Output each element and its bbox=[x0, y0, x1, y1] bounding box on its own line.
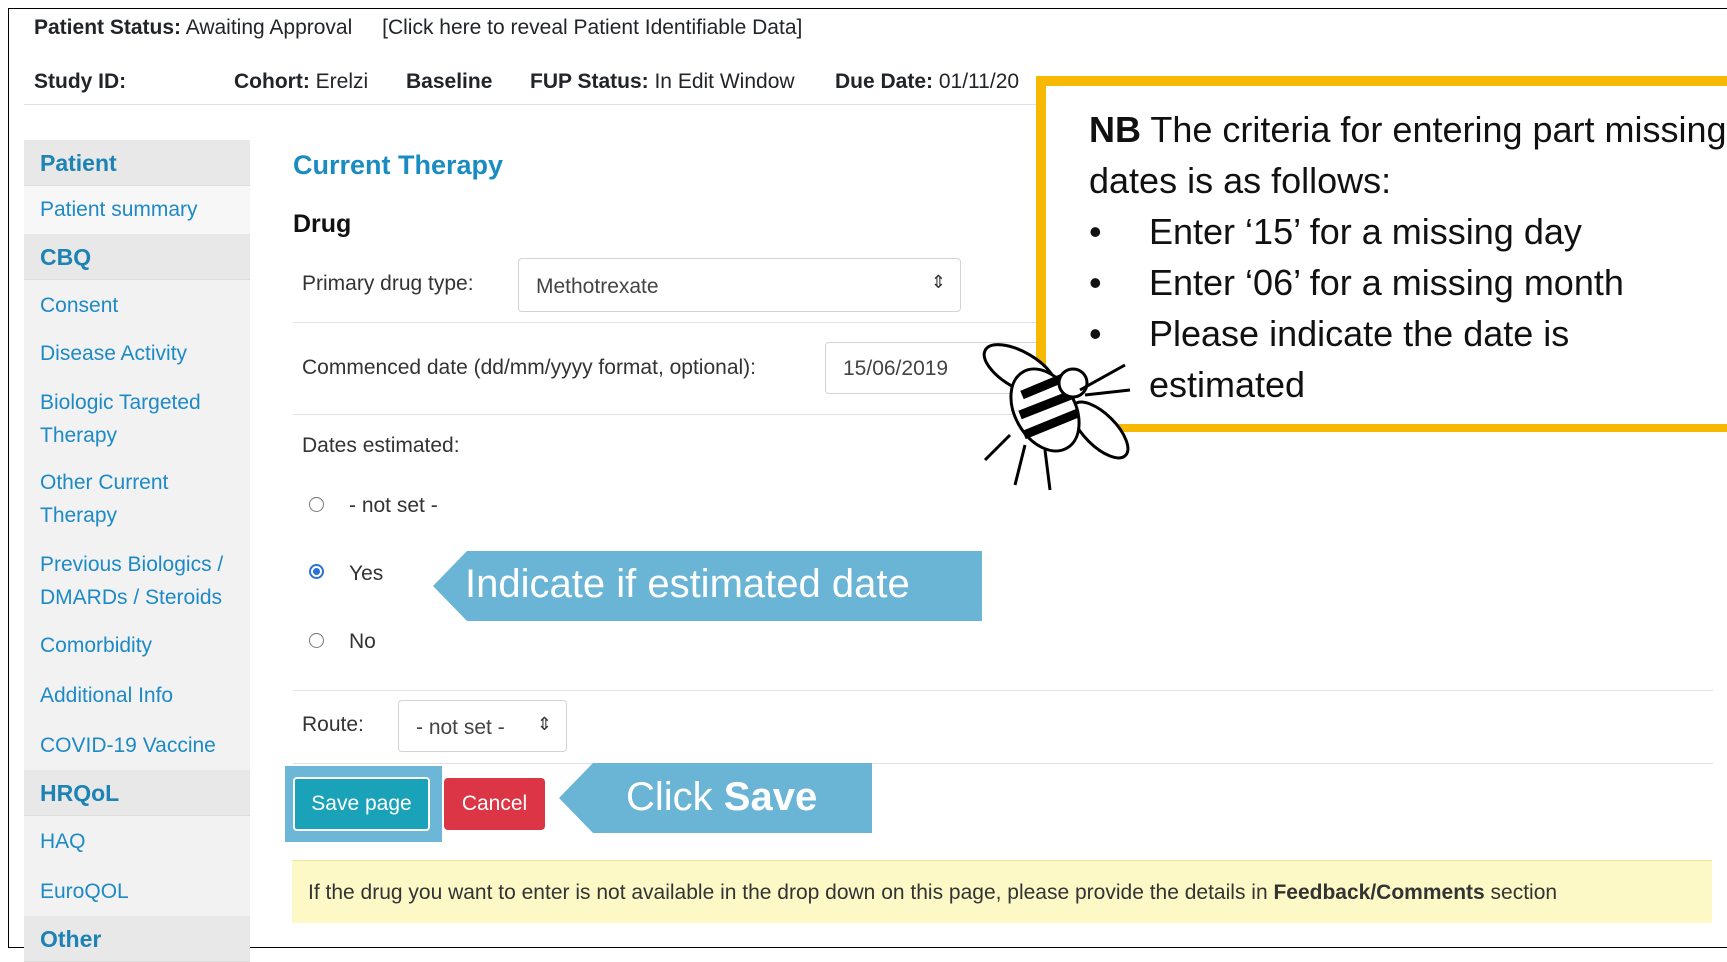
patient-status-value: Awaiting Approval bbox=[181, 16, 353, 39]
fup-status-label: FUP Status: bbox=[530, 70, 649, 93]
save-callout: Click Save bbox=[559, 763, 872, 833]
info-text-after: section bbox=[1484, 881, 1558, 904]
info-text-before: If the drug you want to enter is not ava… bbox=[308, 881, 1274, 904]
note-item: Enter ‘15’ for a missing day bbox=[1089, 206, 1727, 257]
note-item: Enter ‘06’ for a missing month bbox=[1089, 257, 1727, 308]
cohort-value: Erelzi bbox=[309, 70, 369, 93]
sidebar-item-additional-info[interactable]: Additional Info bbox=[24, 670, 250, 720]
sidebar-item-patient-summary[interactable]: Patient summary bbox=[24, 186, 250, 234]
radio-no[interactable] bbox=[309, 633, 324, 648]
commenced-date-value: 15/06/2019 bbox=[843, 357, 949, 380]
baseline-label: Baseline bbox=[406, 70, 493, 93]
reveal-data-link[interactable]: [Click here to reveal Patient Identifiab… bbox=[382, 16, 802, 39]
sidebar-header-hrqol: HRQoL bbox=[24, 770, 250, 816]
sidebar-item-previous-biologics[interactable]: Previous Biologics / DMARDs / Steroids bbox=[24, 540, 250, 620]
patient-status-label: Patient Status: bbox=[34, 16, 182, 39]
sidebar-item-covid-vaccine[interactable]: COVID-19 Vaccine bbox=[24, 720, 250, 770]
cohort-label: Cohort: bbox=[234, 70, 310, 93]
route-label: Route: bbox=[302, 713, 364, 736]
primary-drug-select[interactable]: Methotrexate ⇕ bbox=[518, 258, 961, 312]
select-arrow-icon: ⇕ bbox=[930, 272, 946, 292]
save-button[interactable]: Save page bbox=[293, 777, 430, 831]
radio-yes-label: Yes bbox=[349, 562, 384, 585]
sidebar-header-other: Other bbox=[24, 916, 250, 962]
estimated-date-callout-text: Indicate if estimated date bbox=[465, 562, 910, 606]
radio-no-label: No bbox=[349, 630, 376, 653]
primary-drug-value: Methotrexate bbox=[536, 275, 659, 298]
note-intro: The criteria for entering part missing d… bbox=[1089, 109, 1727, 201]
info-bar: If the drug you want to enter is not ava… bbox=[292, 860, 1712, 923]
study-id-label: Study ID: bbox=[34, 70, 127, 93]
sidebar-header-cbq: CBQ bbox=[24, 234, 250, 280]
route-select[interactable]: - not set - ⇕ bbox=[398, 700, 567, 752]
sidebar-item-haq[interactable]: HAQ bbox=[24, 816, 250, 866]
section-title-drug: Drug bbox=[293, 210, 352, 238]
radio-not-set-label: - not set - bbox=[349, 494, 438, 517]
sidebar-item-other-current-therapy[interactable]: Other Current Therapy bbox=[24, 460, 250, 540]
feedback-link[interactable]: Feedback/Comments bbox=[1273, 881, 1484, 904]
select-arrow-icon: ⇕ bbox=[536, 714, 552, 734]
sidebar-item-euroqol[interactable]: EuroQOL bbox=[24, 866, 250, 916]
note-bold: NB bbox=[1089, 109, 1141, 150]
dates-estimated-label: Dates estimated: bbox=[302, 434, 460, 457]
save-callout-prefix: Click bbox=[626, 775, 724, 819]
sidebar-item-consent[interactable]: Consent bbox=[24, 280, 250, 328]
route-value: - not set - bbox=[416, 716, 505, 739]
sidebar-item-disease-activity[interactable]: Disease Activity bbox=[24, 328, 250, 378]
primary-drug-label: Primary drug type: bbox=[302, 272, 474, 295]
divider bbox=[293, 763, 1713, 764]
divider bbox=[293, 690, 1713, 691]
info-text: If the drug you want to enter is not ava… bbox=[308, 881, 1557, 905]
save-callout-text: Click Save bbox=[626, 775, 817, 820]
radio-not-set[interactable] bbox=[309, 497, 324, 512]
due-date-value: 01/11/20 bbox=[933, 70, 1020, 93]
note-item: Please indicate the date is estimated bbox=[1089, 308, 1727, 410]
patient-status-bar: Patient Status: Awaiting Approval [Click… bbox=[34, 16, 802, 40]
fup-status-value: In Edit Window bbox=[648, 70, 795, 93]
sidebar-item-biologic-targeted-therapy[interactable]: Biologic Targeted Therapy bbox=[24, 378, 250, 460]
radio-yes[interactable] bbox=[309, 564, 324, 579]
sidebar-item-comorbidity[interactable]: Comorbidity bbox=[24, 620, 250, 670]
due-date-label: Due Date: bbox=[835, 70, 934, 93]
bee-icon bbox=[982, 343, 1131, 491]
estimated-date-callout: Indicate if estimated date bbox=[433, 551, 982, 621]
save-callout-bold: Save bbox=[723, 775, 818, 819]
cancel-button[interactable]: Cancel bbox=[444, 778, 545, 830]
page-title: Current Therapy bbox=[293, 150, 504, 180]
note-text: NB The criteria for entering part missin… bbox=[1089, 104, 1727, 410]
sidebar: Patient Patient summary CBQ Consent Dise… bbox=[24, 140, 250, 962]
sidebar-header-patient: Patient bbox=[24, 140, 250, 186]
commenced-date-label: Commenced date (dd/mm/yyyy format, optio… bbox=[302, 356, 757, 379]
